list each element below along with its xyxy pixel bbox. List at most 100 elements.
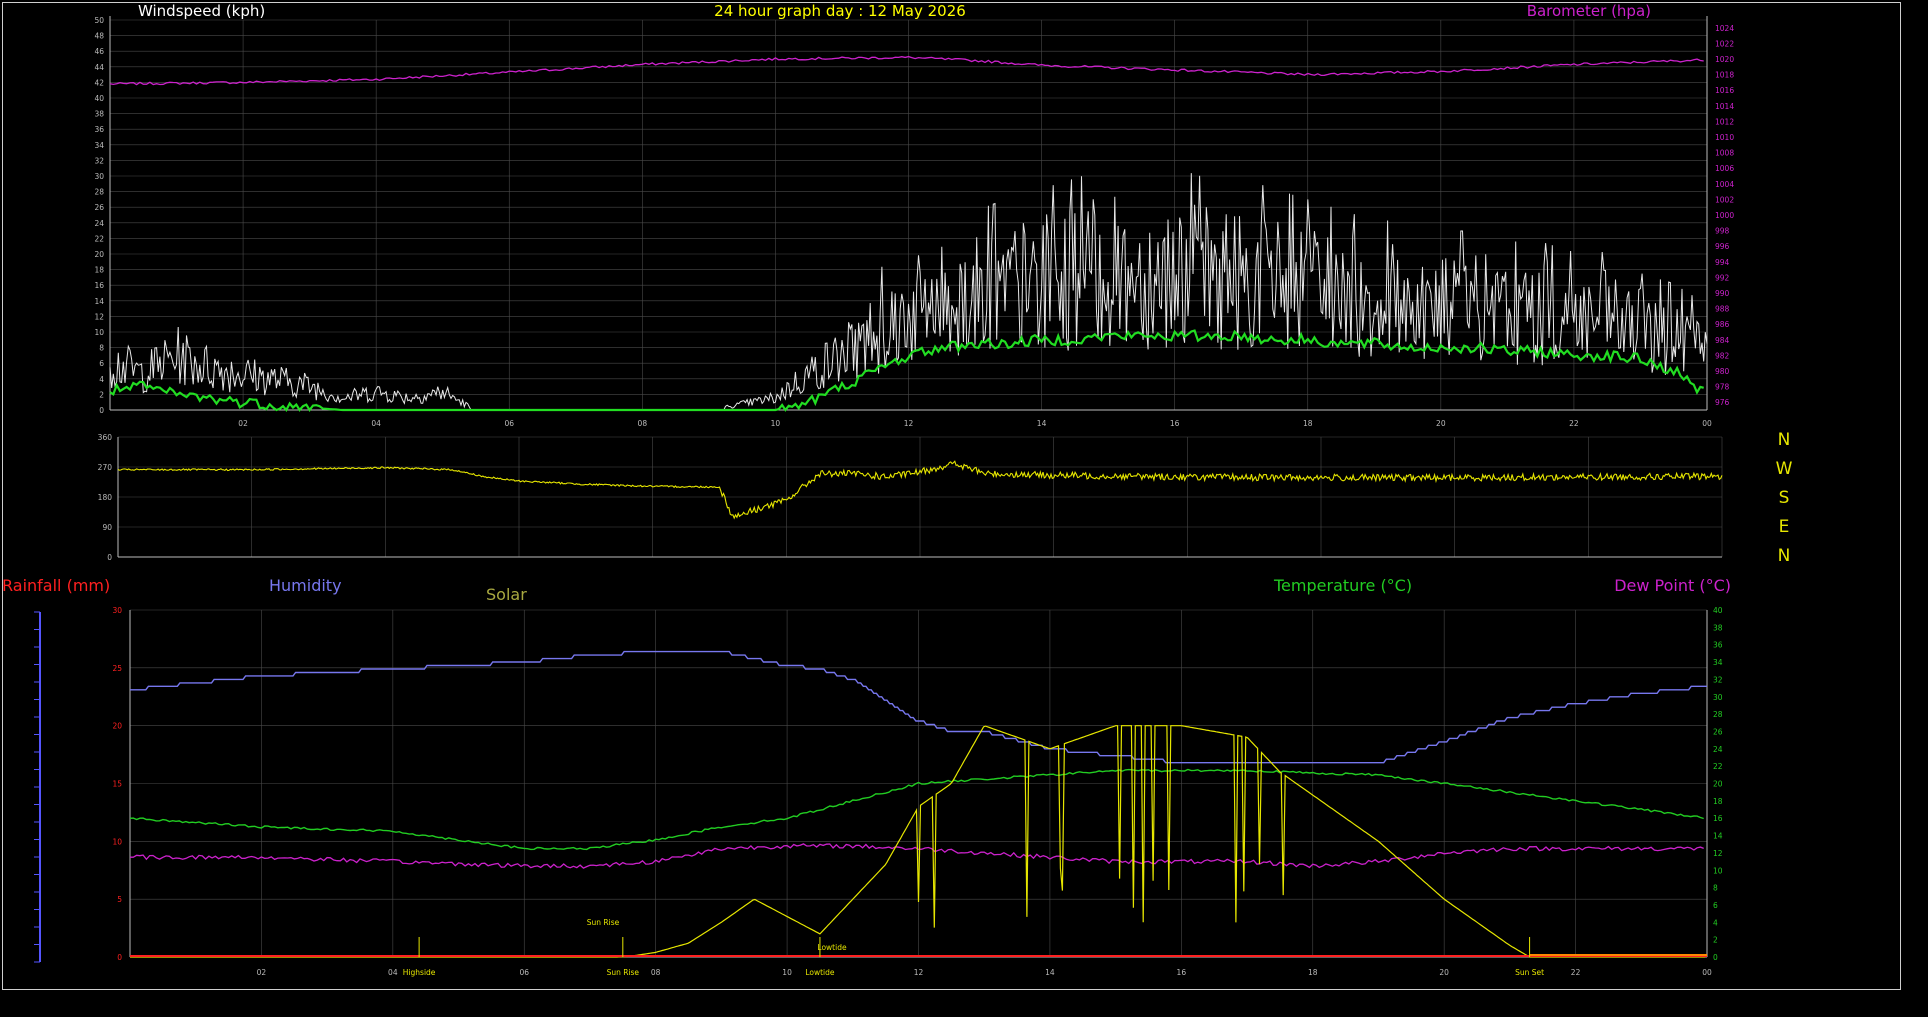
wind-x-tick-label: 12	[904, 419, 914, 428]
barometer-y-tick-label: 982	[1715, 351, 1730, 360]
wind-y-tick-label: 6	[99, 359, 104, 368]
environment-x-tick-label: 20	[1439, 968, 1449, 977]
compass-letter-e: E	[1779, 517, 1790, 537]
temperature-y-tick-label: 2	[1713, 936, 1718, 945]
barometer-y-tick-label: 994	[1715, 258, 1730, 267]
barometer-y-tick-label: 1016	[1715, 86, 1734, 95]
wind-x-tick-label: 22	[1569, 419, 1579, 428]
wind-y-tick-label: 28	[94, 188, 104, 197]
wind-y-tick-label: 46	[94, 47, 104, 56]
barometer-y-tick-label: 1002	[1715, 195, 1734, 204]
environment-x-tick-label: 18	[1308, 968, 1318, 977]
wind-y-tick-label: 20	[94, 250, 104, 259]
rainfall-y-tick-label: 20	[112, 722, 122, 731]
wind-y-tick-label: 14	[94, 297, 104, 306]
wind-y-tick-label: 8	[99, 344, 104, 353]
barometer-y-tick-label: 996	[1715, 242, 1730, 251]
page-title: 24 hour graph day : 12 May 2026	[714, 2, 966, 20]
temperature-y-tick-label: 24	[1713, 745, 1723, 754]
environment-x-tick-label: 04	[388, 968, 398, 977]
temperature-y-tick-label: 4	[1713, 918, 1718, 927]
barometer-y-tick-label: 1024	[1715, 24, 1734, 33]
wind-y-tick-label: 42	[94, 78, 104, 87]
barometer-y-tick-label: 986	[1715, 320, 1730, 329]
barometer-y-tick-label: 980	[1715, 367, 1730, 376]
barometer-y-tick-label: 1004	[1715, 180, 1734, 189]
barometer-y-tick-label: 1006	[1715, 164, 1734, 173]
barometer-y-tick-label: 990	[1715, 289, 1730, 298]
wind-y-tick-label: 18	[94, 266, 104, 275]
compass-letter-n-bottom: N	[1778, 546, 1791, 566]
barometer-y-tick-label: 1000	[1715, 211, 1734, 220]
rainfall-y-tick-label: 10	[112, 837, 122, 846]
wind-x-tick-label: 14	[1037, 419, 1047, 428]
event-marker-label: Sun Set	[1515, 968, 1544, 977]
wind-x-tick-label: 10	[771, 419, 781, 428]
environment-x-tick-label: 08	[651, 968, 661, 977]
sunrise-annotation: Sun Rise	[587, 918, 620, 927]
temperature-y-tick-label: 14	[1713, 832, 1723, 841]
rainfall-y-tick-label: 25	[112, 664, 122, 673]
wind-y-tick-label: 16	[94, 281, 104, 290]
rainfall-y-tick-label: 5	[117, 895, 122, 904]
temperature-y-tick-label: 16	[1713, 814, 1723, 823]
dew-point-axis-label: Dew Point (°C)	[1614, 576, 1731, 595]
temperature-y-tick-label: 38	[1713, 623, 1723, 632]
wind-y-tick-label: 36	[94, 125, 104, 134]
compass-letter-s: S	[1779, 488, 1790, 508]
temperature-y-tick-label: 26	[1713, 727, 1723, 736]
wind-y-tick-label: 2	[99, 390, 104, 399]
wind-axes: 0246810121416182022242628303234363840424…	[94, 16, 1734, 428]
environment-x-tick-label: 02	[257, 968, 267, 977]
event-marker-label: Sun Rise	[607, 968, 640, 977]
barometer-y-tick-label: 984	[1715, 336, 1730, 345]
barometer-y-tick-label: 1008	[1715, 149, 1734, 158]
temperature-y-tick-label: 34	[1713, 658, 1723, 667]
wind-y-tick-label: 26	[94, 203, 104, 212]
barometer-line	[109, 55, 1704, 86]
temperature-y-tick-label: 32	[1713, 675, 1723, 684]
wind-x-tick-label: 04	[371, 419, 381, 428]
barometer-y-tick-label: 1014	[1715, 102, 1734, 111]
weather-chart: 0246810121416182022242628303234363840424…	[2, 2, 1793, 977]
temperature-y-tick-label: 40	[1713, 606, 1723, 615]
wind-y-tick-label: 10	[94, 328, 104, 337]
environment-x-tick-label: 00	[1702, 968, 1712, 977]
temperature-y-tick-label: 8	[1713, 884, 1718, 893]
barometer-y-tick-label: 1012	[1715, 117, 1734, 126]
wind-y-tick-label: 48	[94, 32, 104, 41]
barometer-y-tick-label: 978	[1715, 383, 1730, 392]
humidity-legend-label: Humidity	[269, 576, 342, 595]
temperature-y-tick-label: 18	[1713, 797, 1723, 806]
lowtide-annotation: Lowtide	[817, 943, 847, 952]
wind-y-tick-label: 24	[94, 219, 104, 228]
barometer-axis-label: Barometer (hpa)	[1527, 2, 1651, 20]
wind-y-tick-label: 34	[94, 141, 104, 150]
wind-y-tick-label: 12	[94, 312, 104, 321]
direction-y-tick-label: 270	[98, 463, 113, 472]
barometer-y-tick-label: 988	[1715, 305, 1730, 314]
temperature-y-tick-label: 30	[1713, 693, 1723, 702]
environment-x-tick-label: 22	[1571, 968, 1581, 977]
wind-y-tick-label: 4	[99, 375, 104, 384]
wind-y-tick-label: 32	[94, 156, 104, 165]
wind-x-tick-label: 18	[1303, 419, 1313, 428]
temperature-y-tick-label: 6	[1713, 901, 1718, 910]
temperature-y-tick-label: 12	[1713, 849, 1723, 858]
temperature-y-tick-label: 28	[1713, 710, 1723, 719]
temperature-y-tick-label: 10	[1713, 866, 1723, 875]
barometer-y-tick-label: 992	[1715, 273, 1730, 282]
wind-y-tick-label: 50	[94, 16, 104, 25]
wind-x-tick-label: 00	[1702, 419, 1712, 428]
wind-y-tick-label: 22	[94, 234, 104, 243]
rainfall-axis-label: Rainfall (mm)	[2, 576, 110, 595]
environment-axes: 0510152025300246810121416182022242628303…	[34, 606, 1723, 977]
environment-x-tick-label: 10	[782, 968, 792, 977]
solar-legend-label: Solar	[486, 585, 527, 604]
wind-y-tick-label: 30	[94, 172, 104, 181]
direction-grid: 0 90 180 270 360	[98, 433, 1723, 562]
wind-y-tick-label: 0	[99, 406, 104, 415]
wind-y-tick-label: 40	[94, 94, 104, 103]
environment-x-tick-label: 12	[914, 968, 924, 977]
direction-y-tick-label: 90	[102, 523, 112, 532]
